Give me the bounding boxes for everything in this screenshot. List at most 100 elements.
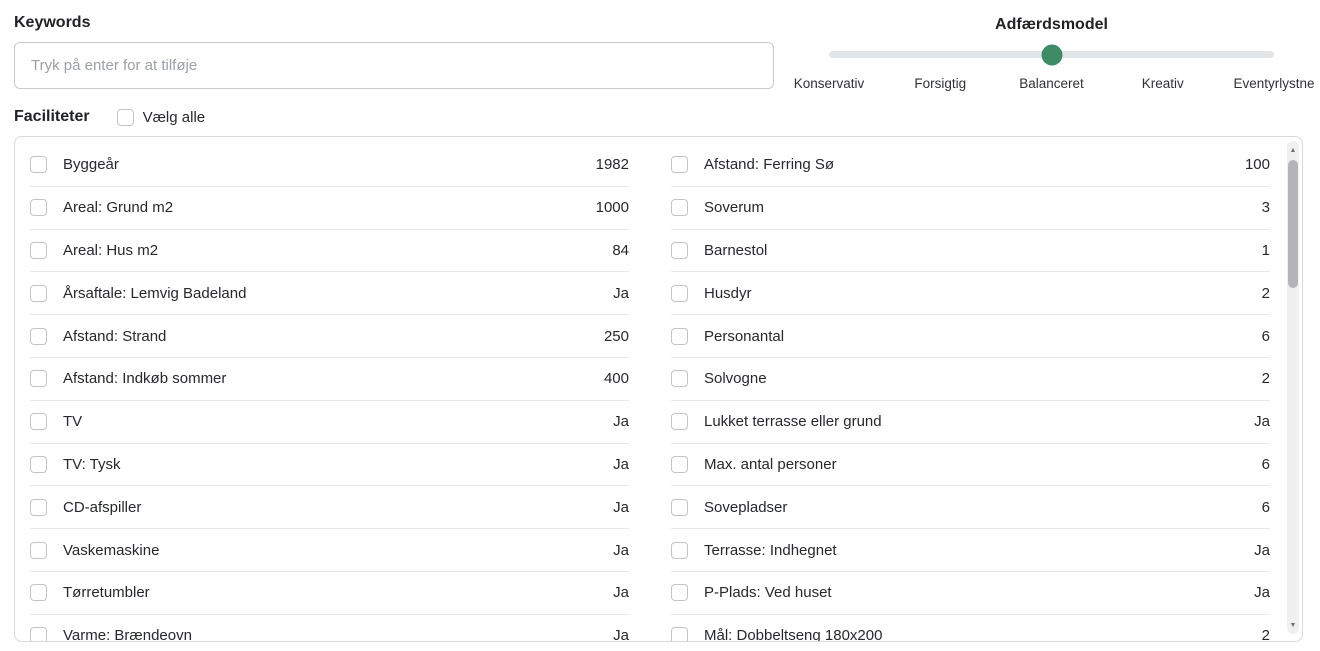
facility-value: 6 (1262, 328, 1270, 345)
facility-label: Sovepladser (704, 499, 787, 516)
facility-row: Byggeår1982 (30, 144, 629, 187)
facility-row: Afstand: Strand250 (30, 315, 629, 358)
select-all-checkbox[interactable] (117, 109, 134, 126)
facility-checkbox[interactable] (30, 370, 47, 387)
facility-row: Terrasse: Indhegnet Ja (671, 529, 1270, 572)
facility-row: Areal: Grund m21000 (30, 187, 629, 230)
facility-checkbox[interactable] (671, 242, 688, 259)
facility-checkbox[interactable] (671, 584, 688, 601)
scrollbar-thumb[interactable] (1288, 160, 1298, 288)
facility-checkbox[interactable] (671, 370, 688, 387)
facility-value: 100 (1245, 156, 1270, 173)
facility-label: TV (63, 413, 82, 430)
facilities-title: Faciliteter (14, 108, 90, 126)
facility-value: 2 (1262, 285, 1270, 302)
facility-checkbox[interactable] (30, 156, 47, 173)
facility-label: Husdyr (704, 285, 752, 302)
facility-row: Mål: Dobbeltseng 180x200 2 (671, 615, 1270, 642)
facility-checkbox[interactable] (671, 285, 688, 302)
keywords-input[interactable] (14, 42, 774, 89)
facility-value: Ja (613, 413, 629, 430)
facility-value: Ja (1254, 584, 1270, 601)
facility-label: Lukket terrasse eller grund (704, 413, 882, 430)
facilities-column: Byggeår1982Areal: Grund m21000Areal: Hus… (30, 144, 629, 642)
facility-value: 2 (1262, 627, 1270, 642)
facility-checkbox[interactable] (671, 627, 688, 642)
facility-label: Mål: Dobbeltseng 180x200 (704, 627, 882, 642)
facility-value: Ja (1254, 413, 1270, 430)
facilities-list: Byggeår1982Areal: Grund m21000Areal: Hus… (14, 136, 1303, 642)
facility-row: Afstand: Indkøb sommer400 (30, 358, 629, 401)
facility-checkbox[interactable] (671, 156, 688, 173)
facility-label: Areal: Grund m2 (63, 199, 173, 216)
facility-checkbox[interactable] (30, 199, 47, 216)
behavior-model-slider-thumb[interactable] (1041, 44, 1062, 65)
behavior-model-option[interactable]: Kreativ (1142, 76, 1184, 91)
behavior-model-option[interactable]: Eventyrlystne (1233, 76, 1314, 91)
facility-checkbox[interactable] (30, 542, 47, 559)
facility-row: Areal: Hus m284 (30, 230, 629, 273)
facility-value: 6 (1262, 499, 1270, 516)
facility-checkbox[interactable] (671, 499, 688, 516)
facility-label: Max. antal personer (704, 456, 837, 473)
facility-value: Ja (613, 499, 629, 516)
facility-row: Årsaftale: Lemvig Badeland Ja (30, 272, 629, 315)
facility-value: Ja (613, 285, 629, 302)
facility-label: Barnestol (704, 242, 767, 259)
facility-checkbox[interactable] (671, 413, 688, 430)
facility-label: Årsaftale: Lemvig Badeland (63, 285, 246, 302)
facility-checkbox[interactable] (30, 328, 47, 345)
facility-row: Husdyr 2 (671, 272, 1270, 315)
facility-label: P-Plads: Ved huset (704, 584, 832, 601)
facilities-header: Faciliteter Vælg alle (14, 108, 205, 126)
facility-checkbox[interactable] (30, 242, 47, 259)
facility-row: Lukket terrasse eller grund Ja (671, 401, 1270, 444)
facility-value: 1 (1262, 242, 1270, 259)
facility-label: Varme: Brændeovn (63, 627, 192, 642)
facility-checkbox[interactable] (671, 456, 688, 473)
facility-checkbox[interactable] (671, 328, 688, 345)
facility-label: Afstand: Strand (63, 328, 166, 345)
facility-row: Afstand: Ferring Sø 100 (671, 144, 1270, 187)
facility-row: TørretumblerJa (30, 572, 629, 615)
facility-label: Soverum (704, 199, 764, 216)
facility-value: 1982 (596, 156, 629, 173)
facility-checkbox[interactable] (30, 456, 47, 473)
facility-value: Ja (1254, 542, 1270, 559)
facility-row: VaskemaskineJa (30, 529, 629, 572)
facility-row: TV: TyskJa (30, 444, 629, 487)
select-all-label: Vælg alle (143, 109, 206, 126)
facility-row: TV Ja (30, 401, 629, 444)
facility-checkbox[interactable] (30, 584, 47, 601)
scroll-up-icon[interactable]: ▲ (1287, 143, 1299, 157)
facility-row: Personantal 6 (671, 315, 1270, 358)
facility-value: 6 (1262, 456, 1270, 473)
facility-checkbox[interactable] (30, 285, 47, 302)
facility-label: Terrasse: Indhegnet (704, 542, 837, 559)
scroll-down-icon[interactable]: ▼ (1287, 618, 1299, 632)
behavior-model-option[interactable]: Forsigtig (914, 76, 966, 91)
facility-checkbox[interactable] (30, 627, 47, 642)
behavior-model-slider[interactable] (829, 51, 1274, 58)
facility-label: Afstand: Ferring Sø (704, 156, 834, 173)
facility-row: Varme: Brændeovn Ja (30, 615, 629, 642)
behavior-model-title: Adfærdsmodel (829, 16, 1274, 34)
facility-label: Personantal (704, 328, 784, 345)
facility-value: 84 (612, 242, 629, 259)
facility-value: 2 (1262, 370, 1270, 387)
facilities-scrollbar[interactable]: ▲ ▼ (1287, 141, 1299, 634)
facility-checkbox[interactable] (671, 199, 688, 216)
facility-checkbox[interactable] (671, 542, 688, 559)
facility-row: Solvogne2 (671, 358, 1270, 401)
facility-value: 3 (1262, 199, 1270, 216)
facility-value: Ja (613, 542, 629, 559)
facility-row: P-Plads: Ved huset Ja (671, 572, 1270, 615)
facilities-column: Afstand: Ferring Sø 100 Soverum 3 Barnestol 1… (671, 144, 1270, 642)
facility-checkbox[interactable] (30, 499, 47, 516)
facility-value: Ja (613, 627, 629, 642)
keywords-label: Keywords (14, 14, 90, 32)
behavior-model-option[interactable]: Balanceret (1019, 76, 1084, 91)
behavior-model-option[interactable]: Konservativ (794, 76, 865, 91)
facility-label: Afstand: Indkøb sommer (63, 370, 226, 387)
facility-checkbox[interactable] (30, 413, 47, 430)
